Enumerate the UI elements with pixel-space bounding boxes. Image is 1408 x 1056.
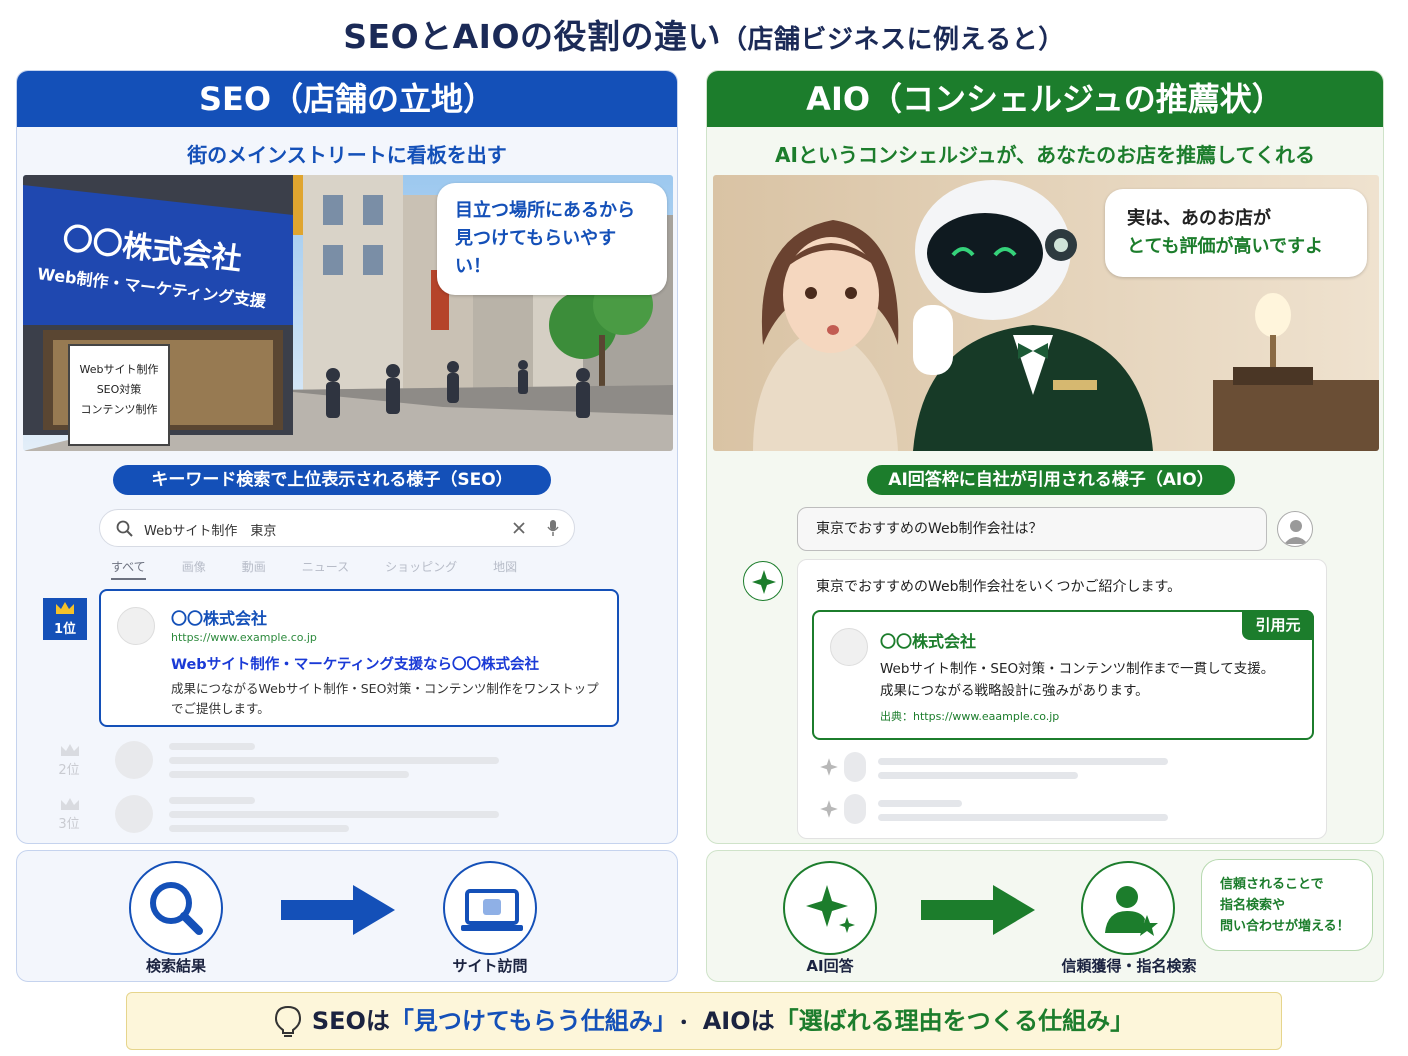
citation-desc-line-1: Webサイト制作・SEO対策・コンテンツ制作まで一貫して支援。 — [880, 661, 1275, 677]
aio-pill: AI回答枠に自社が引用される様子（AIO） — [867, 465, 1235, 495]
rank-3-label: 3位 — [58, 817, 80, 832]
search-result-top[interactable]: 〇〇株式会社 https://www.example.co.jp Webサイト制… — [99, 589, 619, 727]
seo-header: SEO（店舗の立地） — [17, 71, 677, 127]
arrow-right-icon — [281, 885, 395, 935]
close-icon[interactable] — [512, 521, 526, 535]
answer-intro: 東京でおすすめのWeb制作会社をいくつかご紹介します。 — [816, 579, 1182, 595]
flow-label-ai-answer: AI回答 — [806, 957, 854, 975]
sparkle-icon — [820, 800, 838, 818]
tab-images[interactable]: 画像 — [182, 558, 206, 575]
tab-news[interactable]: ニュース — [302, 558, 349, 575]
search-tabs: すべて 画像 動画 ニュース ショッピング 地図 — [111, 558, 553, 580]
placeholder-favicon-2 — [115, 741, 153, 779]
seo-panel: SEO（店舗の立地） 街のメインストリートに看板を出す 〇〇株式会社 Web制作… — [16, 70, 678, 844]
seo-pill: キーワード検索で上位表示される様子（SEO） — [113, 465, 551, 495]
flow-label-trust: 信頼獲得・指名検索 — [1061, 957, 1197, 975]
result-favicon — [117, 607, 155, 645]
citation-tag: 引用元 — [1242, 610, 1314, 640]
citation-desc-line-2: 成果につながる戦略設計に強みがあります。 — [880, 683, 1149, 699]
tab-all[interactable]: すべて — [111, 558, 146, 580]
crown-icon-3 — [61, 798, 79, 810]
placeholder-line — [878, 814, 1168, 821]
tab-shopping[interactable]: ショッピング — [385, 558, 457, 575]
aio-header: AIO（コンシェルジュの推薦状） — [707, 71, 1383, 127]
placeholder-line — [169, 825, 349, 832]
flow-note-line-3: 問い合わせが増える！ — [1220, 919, 1350, 934]
seo-bubble-line-1: 目立つ場所にあるから — [455, 200, 635, 221]
result-title[interactable]: Webサイト制作・マーケティング支援なら〇〇株式会社 — [171, 653, 539, 674]
tab-maps[interactable]: 地図 — [493, 558, 517, 575]
aio-panel: AIO（コンシェルジュの推薦状） AIというコンシェルジュが、あなたのお店を推薦… — [706, 70, 1384, 844]
board-line-3: コンテンツ制作 — [81, 403, 158, 416]
flow-note-bubble: 信頼されることで 指名検索や 問い合わせが増える！ — [1201, 859, 1373, 951]
aio-bubble-line-1: 実は、あのお店が — [1127, 208, 1271, 229]
result-site-name[interactable]: 〇〇株式会社 — [171, 605, 267, 629]
microphone-icon[interactable] — [546, 519, 560, 537]
citation-card[interactable]: 引用元 〇〇株式会社 Webサイト制作・SEO対策・コンテンツ制作まで一貫して支… — [812, 610, 1314, 740]
search-query: Webサイト制作 東京 — [144, 524, 277, 539]
ai-answer-box: 東京でおすすめのWeb制作会社をいくつかご紹介します。 引用元 〇〇株式会社 W… — [797, 559, 1327, 839]
person-star-icon — [1081, 861, 1175, 955]
placeholder-line — [169, 757, 499, 764]
result-description: 成果につながるWebサイト制作・SEO対策・コンテンツ制作をワンストップでご提供… — [171, 681, 599, 716]
citation-favicon — [830, 628, 868, 666]
user-avatar-icon — [1277, 511, 1313, 547]
summary-seo-prefix: SEOは — [311, 1007, 390, 1035]
search-icon — [129, 861, 223, 955]
rank-1-badge: 1位 — [43, 598, 87, 640]
ai-sparkle-icon — [743, 561, 783, 601]
flow-label-search-results: 検索結果 — [145, 957, 206, 975]
seo-speech-bubble: 目立つ場所にあるから 見つけてもらいやすい！ — [437, 183, 667, 295]
result-url[interactable]: https://www.example.co.jp — [171, 631, 317, 644]
user-question: 東京でおすすめのWeb制作会社は？ — [797, 507, 1267, 551]
laptop-icon — [443, 861, 537, 955]
placeholder-icon — [844, 752, 866, 782]
concierge-illustration: 実は、あのお店が とても評価が高いですよ — [713, 175, 1379, 451]
sparkle-icon — [820, 758, 838, 776]
crown-icon-2 — [61, 744, 79, 756]
rank-2-label: 2位 — [58, 763, 80, 778]
lightbulb-icon — [274, 1005, 301, 1037]
placeholder-line — [878, 800, 962, 807]
sparkle-icon — [783, 861, 877, 955]
aio-speech-bubble: 実は、あのお店が とても評価が高いですよ — [1105, 189, 1367, 277]
placeholder-favicon-3 — [115, 795, 153, 833]
crown-icon — [56, 602, 74, 614]
placeholder-icon — [844, 794, 866, 824]
page-title: SEOとAIOの役割の違い（店舗ビジネスに例えると） — [0, 10, 1408, 58]
summary-aio-quote: 「選ばれる理由をつくる仕組み」 — [774, 1007, 1135, 1035]
title-main: SEOとAIOの役割の違い — [343, 17, 721, 56]
arrow-right-icon — [921, 885, 1035, 935]
citation-description: Webサイト制作・SEO対策・コンテンツ制作まで一貫して支援。 成果につながる戦… — [880, 658, 1274, 702]
summary-aio-prefix: AIOは — [702, 1007, 775, 1035]
flow-label-site-visit: サイト訪問 — [452, 957, 528, 975]
summary-bar: SEOは「見つけてもらう仕組み」・ AIOは「選ばれる理由をつくる仕組み」 — [126, 992, 1282, 1050]
seo-flow: 検索結果 サイト訪問 — [16, 850, 678, 982]
placeholder-line — [878, 758, 1168, 765]
search-input[interactable]: Webサイト制作 東京 — [99, 509, 575, 547]
placeholder-line — [169, 743, 255, 750]
seo-subtitle: 街のメインストリートに看板を出す — [187, 143, 507, 167]
citation-name[interactable]: 〇〇株式会社 — [880, 628, 976, 652]
board-line-2: SEO対策 — [97, 382, 142, 396]
aio-bubble-line-2: とても評価が高いですよ — [1127, 236, 1324, 257]
placeholder-line — [169, 771, 409, 778]
rank-1-label: 1位 — [53, 622, 77, 637]
flow-note-line-1: 信頼されることで — [1220, 877, 1324, 892]
tab-videos[interactable]: 動画 — [242, 558, 266, 575]
seo-bubble-line-2: 見つけてもらいやすい！ — [455, 228, 617, 277]
placeholder-line — [878, 772, 1078, 779]
placeholder-line — [169, 811, 499, 818]
title-sub: （店舗ビジネスに例えると） — [721, 25, 1065, 55]
flow-note-line-2: 指名検索や — [1220, 898, 1286, 913]
street-illustration: 〇〇株式会社 Web制作・マーケティング支援 Webサイト制作 SEO対策 コン… — [23, 175, 673, 451]
citation-source[interactable]: 出典：https://www.eaample.co.jp — [880, 708, 1059, 724]
placeholder-line — [169, 797, 255, 804]
summary-seo-quote: 「見つけてもらう仕組み」 — [389, 1007, 665, 1035]
aio-flow: AI回答 信頼獲得・指名検索 信頼されることで 指名検索や 問い合わせが増える！ — [706, 850, 1384, 982]
search-icon — [116, 520, 133, 537]
aio-subtitle: AIというコンシェルジュが、あなたのお店を推薦してくれる — [775, 143, 1315, 167]
summary-separator: ・ — [674, 1013, 693, 1034]
board-line-1: Webサイト制作 — [80, 363, 159, 376]
